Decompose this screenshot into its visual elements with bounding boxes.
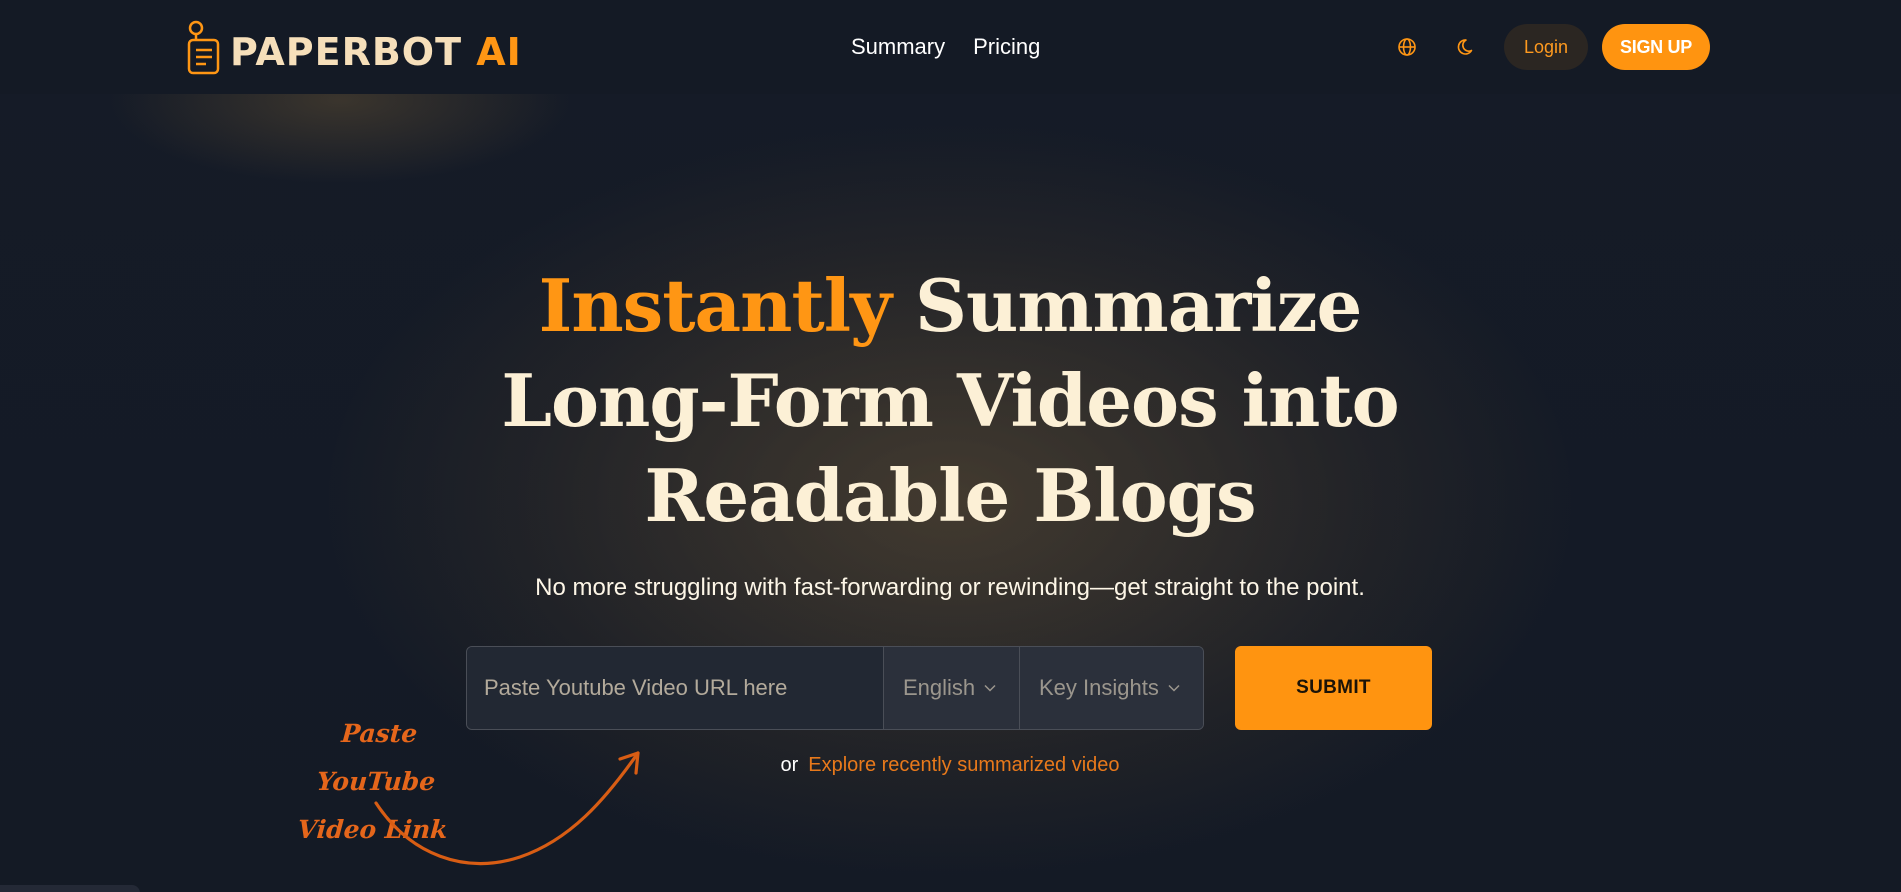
top-navbar: PAPERBOT AI Summary Pricing Login SIGN U… (0, 0, 1901, 94)
chevron-down-icon (1168, 684, 1180, 692)
document-robot-icon (187, 20, 220, 75)
hero-title: Instantly Summarize Long-Form Videos int… (400, 258, 1500, 543)
bottom-left-bar (0, 885, 140, 892)
brand-name-main: PAPERBOT (230, 30, 463, 74)
video-url-input[interactable] (467, 647, 883, 729)
hero-subtitle: No more struggling with fast-forwarding … (535, 574, 1365, 601)
nav-link-summary[interactable]: Summary (851, 32, 945, 62)
summary-mode-select-value: Key Insights (1039, 675, 1159, 700)
hero-title-accent: Instantly (538, 263, 892, 348)
submit-button[interactable]: SUBMIT (1235, 646, 1432, 730)
hero-title-line3: Readable Blogs (644, 453, 1257, 538)
main-nav: Summary Pricing (851, 32, 1040, 62)
moon-icon (1457, 39, 1473, 55)
explore-recent-link[interactable]: Explore recently summarized video (808, 752, 1119, 778)
summary-mode-select[interactable]: Key Insights (1019, 647, 1203, 729)
globe-icon (1398, 38, 1416, 56)
signup-button[interactable]: SIGN UP (1602, 24, 1710, 70)
nav-link-pricing[interactable]: Pricing (973, 32, 1040, 62)
brand-logo[interactable]: PAPERBOT AI (186, 20, 522, 76)
language-select[interactable]: English (883, 647, 1019, 729)
video-url-form: English Key Insights (466, 646, 1204, 730)
or-text: or (780, 754, 799, 776)
hero-title-line1-rest: Summarize (890, 263, 1362, 348)
hero-title-line2: Long-Form Videos into (501, 358, 1399, 443)
language-button[interactable] (1392, 32, 1422, 62)
brand-name: PAPERBOT AI (230, 30, 522, 74)
chevron-down-icon (984, 684, 996, 692)
curved-arrow-icon (374, 751, 640, 865)
login-button[interactable]: Login (1504, 24, 1588, 70)
theme-toggle-button[interactable] (1452, 32, 1482, 62)
language-select-value: English (903, 675, 976, 700)
brand-name-accent: AI (476, 30, 522, 74)
